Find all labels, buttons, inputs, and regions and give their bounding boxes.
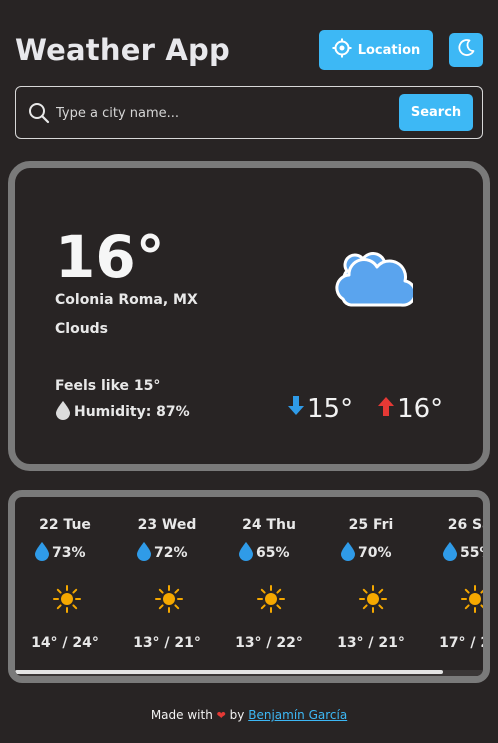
search-bar: Search bbox=[15, 86, 483, 139]
droplet-icon bbox=[136, 541, 152, 565]
forecast-range: 13° / 21° bbox=[133, 635, 201, 651]
forecast-day: 22 Tue 73% 14° / 24° bbox=[15, 497, 115, 676]
current-humidity: Humidity: 87% bbox=[55, 400, 190, 424]
sun-icon bbox=[257, 585, 285, 617]
forecast-humidity: 70% bbox=[340, 541, 392, 565]
forecast-scrollbar[interactable] bbox=[15, 670, 483, 676]
header: Weather App Location bbox=[15, 30, 483, 70]
forecast-humidity-value: 65% bbox=[256, 545, 290, 561]
sun-icon bbox=[155, 585, 183, 617]
max-temperature: 16° bbox=[377, 394, 443, 424]
search-button[interactable]: Search bbox=[399, 94, 473, 131]
app-title: Weather App bbox=[15, 33, 230, 67]
min-temperature-value: 15° bbox=[307, 394, 354, 424]
forecast-list: 22 Tue 73% 14° / 24° 23 Wed 72% 13° / 21… bbox=[15, 497, 490, 676]
forecast-day: 23 Wed 72% 13° / 21° bbox=[117, 497, 217, 676]
forecast-scrollbar-thumb[interactable] bbox=[15, 670, 443, 674]
droplet-icon bbox=[340, 541, 356, 565]
feels-like: Feels like 15° bbox=[55, 378, 161, 394]
sun-icon bbox=[461, 585, 483, 617]
forecast-humidity: 73% bbox=[34, 541, 86, 565]
crosshair-icon bbox=[332, 38, 352, 62]
forecast-day-label: 25 Fri bbox=[348, 517, 394, 533]
sun-icon bbox=[53, 585, 81, 617]
forecast-humidity-value: 72% bbox=[154, 545, 188, 561]
droplet-icon bbox=[238, 541, 254, 565]
footer: Made with ❤ by Benjamín García bbox=[0, 708, 498, 722]
location-button-label: Location bbox=[357, 42, 421, 58]
forecast-range: 13° / 22° bbox=[235, 635, 303, 651]
max-temperature-value: 16° bbox=[397, 394, 444, 424]
cloud-icon bbox=[329, 241, 417, 317]
forecast-humidity-value: 73% bbox=[52, 545, 86, 561]
forecast-range: 17° / 23° bbox=[439, 635, 490, 651]
forecast-day-label: 24 Thu bbox=[242, 517, 296, 533]
heart-icon: ❤ bbox=[216, 709, 226, 722]
droplet-icon bbox=[442, 541, 458, 565]
forecast-day-label: 23 Wed bbox=[137, 517, 197, 533]
location-button[interactable]: Location bbox=[319, 30, 433, 70]
droplet-icon bbox=[55, 400, 71, 424]
forecast-humidity-value: 55% bbox=[460, 545, 483, 561]
forecast-range: 13° / 21° bbox=[337, 635, 405, 651]
author-link[interactable]: Benjamín García bbox=[248, 708, 347, 722]
search-icon bbox=[28, 102, 50, 128]
footer-by: by bbox=[229, 708, 245, 722]
forecast-humidity: 72% bbox=[136, 541, 188, 565]
arrow-up-icon bbox=[377, 394, 395, 424]
dark-mode-toggle[interactable] bbox=[449, 33, 483, 67]
forecast-day: 26 Sat 55% 17° / 23° bbox=[423, 497, 490, 676]
city-search-input[interactable] bbox=[56, 96, 386, 130]
footer-prefix: Made with bbox=[150, 708, 213, 722]
forecast-humidity-value: 70% bbox=[358, 545, 392, 561]
humidity-label: Humidity: 87% bbox=[74, 404, 190, 420]
forecast-day-label: 26 Sat bbox=[447, 517, 483, 533]
min-temperature: 15° bbox=[287, 394, 353, 424]
forecast-humidity: 55% bbox=[442, 541, 483, 565]
arrow-down-icon bbox=[287, 394, 305, 424]
current-condition: Clouds bbox=[55, 321, 109, 337]
sun-icon bbox=[359, 585, 387, 617]
droplet-icon bbox=[34, 541, 50, 565]
moon-icon bbox=[456, 38, 476, 62]
forecast-humidity: 65% bbox=[238, 541, 290, 565]
forecast-day: 24 Thu 65% 13° / 22° bbox=[219, 497, 319, 676]
current-temperature: 16° bbox=[55, 223, 165, 291]
current-location: Colonia Roma, MX bbox=[55, 292, 198, 308]
forecast-day-label: 22 Tue bbox=[39, 517, 91, 533]
forecast-card: 22 Tue 73% 14° / 24° 23 Wed 72% 13° / 21… bbox=[8, 490, 490, 683]
current-weather-card: 16° Colonia Roma, MX Clouds Feels like 1… bbox=[8, 161, 490, 471]
forecast-range: 14° / 24° bbox=[31, 635, 99, 651]
forecast-day: 25 Fri 70% 13° / 21° bbox=[321, 497, 421, 676]
min-max-temperature: 15° 16° bbox=[287, 394, 443, 424]
